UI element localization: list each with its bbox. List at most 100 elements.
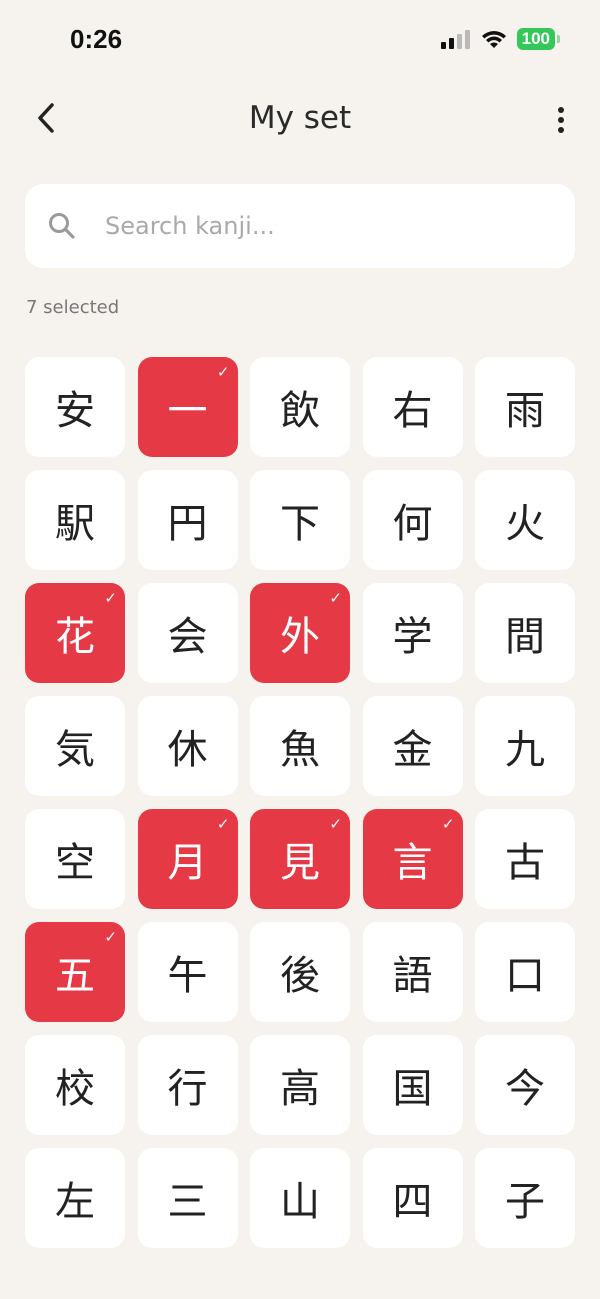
search-input[interactable] (105, 206, 545, 246)
kanji-tile[interactable]: 花 ✓ (25, 583, 125, 683)
kanji-tile[interactable]: 外 ✓ (250, 583, 350, 683)
kanji-tile[interactable]: 今 (475, 1035, 575, 1135)
more-vertical-icon (558, 107, 564, 133)
kanji-character: 山 (280, 1179, 320, 1225)
check-icon: ✓ (216, 363, 230, 381)
check-icon: ✓ (104, 589, 117, 607)
kanji-tile[interactable]: 高 (250, 1035, 350, 1135)
check-icon: ✓ (329, 589, 342, 607)
check-icon: ✓ (104, 928, 117, 946)
kanji-character: 見 (280, 840, 320, 886)
kanji-character: 何 (392, 501, 433, 547)
kanji-tile[interactable]: 語 (362, 922, 463, 1022)
kanji-tile[interactable]: 飲 (250, 357, 350, 457)
kanji-character: 学 (392, 614, 433, 660)
kanji-tile[interactable]: 月 ✓ (137, 809, 238, 909)
kanji-tile[interactable]: 学 (362, 583, 463, 683)
kanji-tile[interactable]: 円 (137, 470, 238, 570)
kanji-tile[interactable]: 三 (137, 1148, 238, 1248)
battery-icon: 100 (516, 28, 560, 50)
kanji-tile[interactable]: 五 ✓ (25, 922, 125, 1022)
kanji-tile[interactable]: 気 (25, 696, 125, 796)
kanji-tile[interactable]: 子 (475, 1148, 575, 1248)
kanji-tile[interactable]: 駅 (25, 470, 125, 570)
kanji-character: 午 (167, 953, 208, 999)
kanji-tile[interactable]: 後 (250, 922, 350, 1022)
kanji-character: 火 (505, 501, 545, 547)
kanji-tile[interactable]: 何 (362, 470, 463, 570)
kanji-tile[interactable]: 右 (362, 357, 463, 457)
kanji-tile[interactable]: 四 (362, 1148, 463, 1248)
kanji-character: 古 (505, 840, 545, 886)
kanji-character: 三 (167, 1179, 208, 1225)
kanji-character: 気 (55, 727, 95, 773)
kanji-tile[interactable]: 校 (25, 1035, 125, 1135)
kanji-character: 左 (55, 1179, 95, 1225)
kanji-character: 行 (167, 1066, 208, 1112)
kanji-character: 魚 (280, 727, 320, 773)
kanji-character: 四 (392, 1179, 433, 1225)
kanji-character: 間 (505, 614, 545, 660)
kanji-character: 後 (280, 953, 320, 999)
search-icon (49, 213, 75, 239)
kanji-tile[interactable]: 行 (137, 1035, 238, 1135)
kanji-character: 言 (392, 840, 433, 886)
kanji-tile[interactable]: 山 (250, 1148, 350, 1248)
check-icon: ✓ (329, 815, 342, 833)
kanji-character: 円 (167, 501, 208, 547)
status-bar: 0:26 100 (0, 0, 600, 80)
header: My set (0, 90, 600, 150)
status-icons: 100 (440, 28, 560, 50)
kanji-tile[interactable]: 一 ✓ (137, 357, 238, 457)
kanji-tile[interactable]: 会 (137, 583, 238, 683)
check-icon: ✓ (216, 815, 230, 833)
kanji-tile[interactable]: 雨 (475, 357, 575, 457)
kanji-character: 会 (167, 614, 208, 660)
wifi-icon (481, 31, 506, 48)
search-box[interactable] (25, 184, 575, 268)
selected-count: 7 selected (26, 297, 120, 318)
kanji-tile[interactable]: 魚 (250, 696, 350, 796)
kanji-tile[interactable]: 間 (475, 583, 575, 683)
kanji-tile[interactable]: 古 (475, 809, 575, 909)
kanji-tile[interactable]: 午 (137, 922, 238, 1022)
kanji-tile[interactable]: 九 (475, 696, 575, 796)
kanji-tile[interactable]: 国 (362, 1035, 463, 1135)
kanji-tile[interactable]: 言 ✓ (362, 809, 463, 909)
kanji-tile[interactable]: 休 (137, 696, 238, 796)
kanji-character: 今 (505, 1066, 545, 1112)
kanji-tile[interactable]: 左 (25, 1148, 125, 1248)
kanji-tile[interactable]: 安 (25, 357, 125, 457)
status-time: 0:26 (70, 24, 123, 54)
kanji-character: 校 (55, 1066, 95, 1112)
kanji-character: 九 (505, 727, 545, 773)
kanji-character: 一 (167, 388, 208, 434)
kanji-character: 花 (55, 614, 95, 660)
kanji-character: 金 (392, 727, 433, 773)
kanji-character: 外 (280, 614, 320, 660)
page-title: My set (248, 100, 352, 136)
more-options-button[interactable] (546, 100, 576, 140)
kanji-tile[interactable]: 火 (475, 470, 575, 570)
kanji-grid: 安一 ✓ 飲右雨駅円下何火花 ✓ 会外 ✓ 学間気休魚金九空月 ✓ 見 ✓ 言 ✓ 古五 ✓ 午後語口校行高… (25, 357, 575, 1248)
kanji-character: 高 (280, 1066, 320, 1112)
battery-tip (557, 35, 560, 43)
kanji-tile[interactable]: 金 (362, 696, 463, 796)
kanji-character: 空 (55, 840, 95, 886)
kanji-character: 駅 (55, 501, 95, 547)
check-icon: ✓ (441, 815, 455, 833)
kanji-tile[interactable]: 空 (25, 809, 125, 909)
kanji-tile[interactable]: 下 (250, 470, 350, 570)
kanji-character: 月 (167, 840, 208, 886)
kanji-tile[interactable]: 見 ✓ (250, 809, 350, 909)
kanji-character: 飲 (280, 388, 320, 434)
kanji-character: 雨 (505, 388, 545, 434)
kanji-character: 右 (392, 388, 433, 434)
kanji-tile[interactable]: 口 (475, 922, 575, 1022)
battery-level: 100 (516, 28, 555, 50)
kanji-character: 安 (55, 388, 95, 434)
kanji-character: 国 (392, 1066, 433, 1112)
kanji-character: 五 (55, 953, 95, 999)
kanji-character: 下 (280, 501, 320, 547)
signal-icon (440, 30, 470, 49)
